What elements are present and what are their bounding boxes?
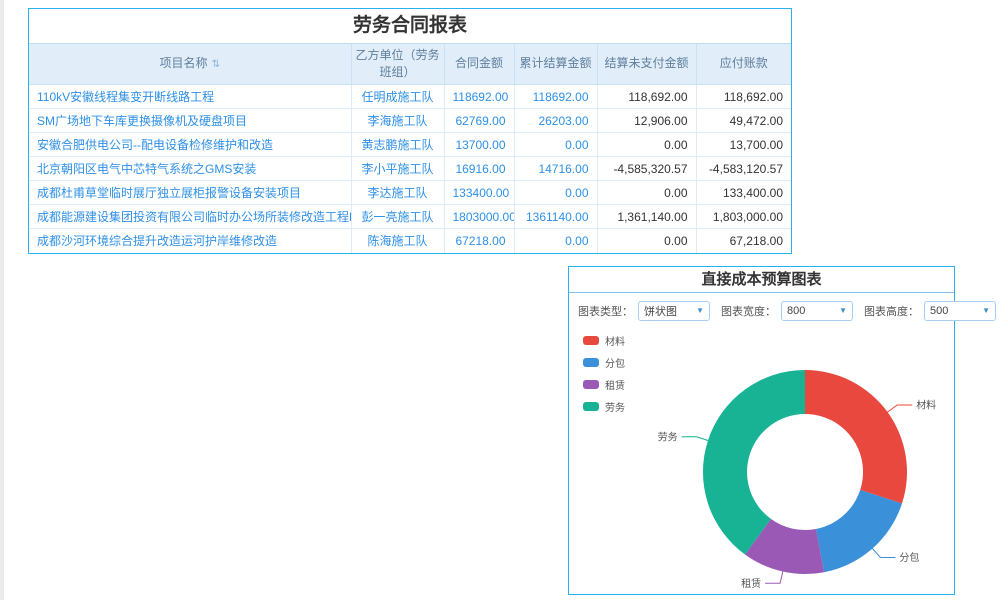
settled-amount-cell: 14716.00: [514, 157, 597, 181]
caret-down-icon: ▼: [839, 307, 847, 315]
chart-type-select[interactable]: 饼状图 ▼: [638, 301, 710, 321]
payable-amount-cell: 118,692.00: [696, 85, 791, 109]
settled-amount-cell: 0.00: [514, 181, 597, 205]
donut-label-line: [886, 405, 912, 413]
team-cell: 黄志鹏施工队: [351, 133, 444, 157]
unpaid-amount-cell: 0.00: [597, 229, 696, 253]
report-table: 项目名称 ⇅ 乙方单位（劳务班组） 合同金额 累计结算金额 结算未支付金额 应付账…: [29, 43, 791, 253]
contract-amount-cell: 67218.00: [444, 229, 514, 253]
col-header-project-label: 项目名称: [160, 56, 208, 70]
donut-segment[interactable]: [703, 370, 805, 555]
team-cell: 彭一亮施工队: [351, 205, 444, 229]
settled-amount-cell: 1361140.00: [514, 205, 597, 229]
settled-amount-cell: 118692.00: [514, 85, 597, 109]
caret-down-icon: ▼: [982, 307, 990, 315]
page: { "report": { "title": "劳务合同报表", "column…: [0, 0, 1000, 600]
contract-amount-cell: 16916.00: [444, 157, 514, 181]
donut-label: 材料: [916, 399, 936, 412]
team-cell: 陈海施工队: [351, 229, 444, 253]
chart-controls: 图表类型： 饼状图 ▼ 图表宽度： 800 ▼ 图表高度： 500 ▼: [569, 293, 954, 327]
unpaid-amount-cell: 118,692.00: [597, 85, 696, 109]
unpaid-amount-cell: 0.00: [597, 181, 696, 205]
table-row: 成都沙河环境综合提升改造运河护岸维修改造陈海施工队67218.000.000.0…: [29, 229, 791, 253]
contract-amount-cell: 1803000.00: [444, 205, 514, 229]
chart-width-value: 800: [787, 305, 805, 317]
chart-height-label: 图表高度：: [864, 303, 919, 319]
team-cell: 李海施工队: [351, 109, 444, 133]
chart-panel: 直接成本预算图表 图表类型： 饼状图 ▼ 图表宽度： 800 ▼ 图表高度： 5…: [568, 266, 955, 595]
table-row: 110kV安徽线程集变开断线路工程任明成施工队118692.00118692.0…: [29, 85, 791, 109]
donut-label: 劳务: [658, 430, 678, 443]
table-row: SM广场地下车库更换摄像机及硬盘项目李海施工队62769.0026203.001…: [29, 109, 791, 133]
col-header-contract: 合同金额: [444, 44, 514, 85]
contract-amount-cell: 118692.00: [444, 85, 514, 109]
col-header-settled: 累计结算金额: [514, 44, 597, 85]
chart-width-select[interactable]: 800 ▼: [781, 301, 853, 321]
donut-label: 租赁: [741, 577, 761, 590]
payable-amount-cell: 67,218.00: [696, 229, 791, 253]
col-header-team-label: 乙方单位（劳务班组）: [356, 48, 440, 79]
project-link[interactable]: 安徽合肥供电公司--配电设备检修维护和改造: [29, 133, 351, 157]
chart-title: 直接成本预算图表: [569, 267, 954, 293]
settled-amount-cell: 0.00: [514, 229, 597, 253]
project-link[interactable]: 北京朝阳区电气中芯特气系统之GMS安装: [29, 157, 351, 181]
chart-height-value: 500: [930, 305, 948, 317]
sort-icon[interactable]: ⇅: [212, 59, 220, 70]
col-header-settled-label: 累计结算金额: [519, 56, 591, 70]
report-panel: 劳务合同报表 项目名称 ⇅ 乙方单位（劳务班组） 合同金额 累计结算金额 结算未支…: [28, 8, 792, 254]
chart-height-control: 图表高度： 500 ▼: [864, 301, 996, 321]
project-link[interactable]: 成都能源建设集团投资有限公司临时办公场所装修改造工程EPC: [29, 205, 351, 229]
page-left-gutter: [0, 0, 4, 600]
report-table-body: 110kV安徽线程集变开断线路工程任明成施工队118692.00118692.0…: [29, 85, 791, 253]
col-header-unpaid: 结算未支付金额: [597, 44, 696, 85]
project-link[interactable]: 110kV安徽线程集变开断线路工程: [29, 85, 351, 109]
table-header-row: 项目名称 ⇅ 乙方单位（劳务班组） 合同金额 累计结算金额 结算未支付金额 应付账…: [29, 44, 791, 85]
contract-amount-cell: 13700.00: [444, 133, 514, 157]
unpaid-amount-cell: 1,361,140.00: [597, 205, 696, 229]
col-header-project[interactable]: 项目名称 ⇅: [29, 44, 351, 85]
settled-amount-cell: 26203.00: [514, 109, 597, 133]
chart-width-label: 图表宽度：: [721, 303, 776, 319]
chart-height-select[interactable]: 500 ▼: [924, 301, 996, 321]
donut-label: 分包: [899, 551, 919, 564]
chart-type-value: 饼状图: [644, 303, 677, 319]
donut-segment[interactable]: [805, 370, 907, 504]
report-title: 劳务合同报表: [29, 9, 791, 43]
col-header-team: 乙方单位（劳务班组）: [351, 44, 444, 85]
caret-down-icon: ▼: [696, 307, 704, 315]
table-row: 北京朝阳区电气中芯特气系统之GMS安装李小平施工队16916.0014716.0…: [29, 157, 791, 181]
team-cell: 李小平施工队: [351, 157, 444, 181]
payable-amount-cell: 1,803,000.00: [696, 205, 791, 229]
table-row: 成都能源建设集团投资有限公司临时办公场所装修改造工程EPC彭一亮施工队18030…: [29, 205, 791, 229]
project-link[interactable]: 成都杜甫草堂临时展厅独立展柜报警设备安装项目: [29, 181, 351, 205]
chart-type-label: 图表类型：: [578, 303, 633, 319]
donut-label-line: [765, 570, 783, 584]
contract-amount-cell: 133400.00: [444, 181, 514, 205]
donut-label-line: [682, 437, 710, 441]
chart-width-control: 图表宽度： 800 ▼: [721, 301, 853, 321]
unpaid-amount-cell: -4,585,320.57: [597, 157, 696, 181]
unpaid-amount-cell: 0.00: [597, 133, 696, 157]
table-row: 安徽合肥供电公司--配电设备检修维护和改造黄志鹏施工队13700.000.000…: [29, 133, 791, 157]
donut-segment[interactable]: [816, 490, 902, 572]
project-link[interactable]: SM广场地下车库更换摄像机及硬盘项目: [29, 109, 351, 133]
payable-amount-cell: 133,400.00: [696, 181, 791, 205]
donut-chart: 材料分包租赁 劳务: [569, 323, 954, 595]
table-row: 成都杜甫草堂临时展厅独立展柜报警设备安装项目李达施工队133400.000.00…: [29, 181, 791, 205]
col-header-payable-label: 应付账款: [720, 56, 768, 70]
chart-type-control: 图表类型： 饼状图 ▼: [578, 301, 710, 321]
unpaid-amount-cell: 12,906.00: [597, 109, 696, 133]
payable-amount-cell: 13,700.00: [696, 133, 791, 157]
team-cell: 任明成施工队: [351, 85, 444, 109]
team-cell: 李达施工队: [351, 181, 444, 205]
col-header-payable: 应付账款: [696, 44, 791, 85]
col-header-unpaid-label: 结算未支付金额: [604, 56, 688, 70]
payable-amount-cell: -4,583,120.57: [696, 157, 791, 181]
project-link[interactable]: 成都沙河环境综合提升改造运河护岸维修改造: [29, 229, 351, 253]
donut-label-line: [871, 547, 895, 558]
settled-amount-cell: 0.00: [514, 133, 597, 157]
payable-amount-cell: 49,472.00: [696, 109, 791, 133]
col-header-contract-label: 合同金额: [455, 56, 503, 70]
contract-amount-cell: 62769.00: [444, 109, 514, 133]
